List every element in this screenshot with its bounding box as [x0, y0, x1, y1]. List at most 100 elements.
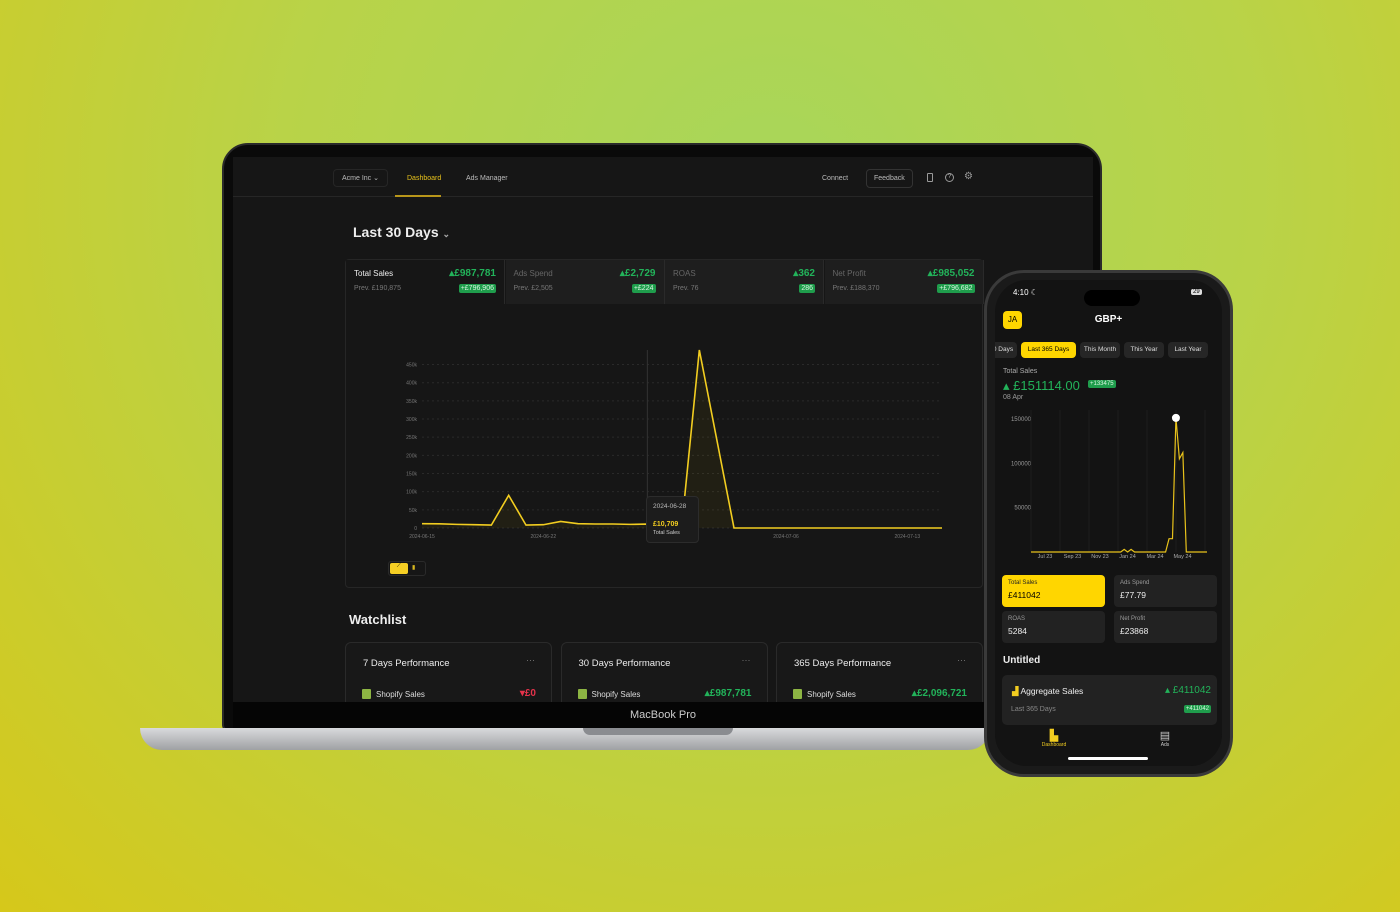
stat-value-text: £985,052	[932, 268, 975, 279]
aggregate-sub: Last 365 Days	[1011, 706, 1056, 713]
metric-value: ▴£987,781	[704, 688, 752, 699]
stat-label: Ads Spend	[513, 269, 553, 278]
tab-ads-mobile[interactable]: ▤ Ads	[1152, 729, 1178, 748]
x-tick-label: May 24	[1173, 554, 1191, 560]
shopify-icon	[362, 689, 371, 699]
x-tick-label: 2024-07-06	[773, 534, 799, 540]
card-value: £411042	[1008, 590, 1041, 600]
watchlist-title: Watchlist	[349, 612, 407, 627]
page-title: Last 30 Days	[353, 224, 439, 240]
aggregate-title: ▟ Aggregate Sales	[1012, 686, 1083, 697]
shopify-icon	[793, 689, 802, 699]
more-icon[interactable]: ···	[957, 655, 966, 665]
card-value: £23868	[1120, 626, 1149, 636]
metric-name: Shopify Sales	[376, 690, 425, 699]
card-title: 30 Days Performance	[578, 658, 671, 669]
metric-value-text: £2,096,721	[916, 688, 967, 699]
y-tick-label: 0	[414, 526, 417, 532]
x-tick-label: Mar 24	[1146, 554, 1163, 560]
mobile-sales-chart[interactable]: 50000 100000 150000 Jul 23 Sep 23 Nov 23 Jan 2…	[995, 402, 1222, 562]
range-tab[interactable]: Last 365 Days	[1021, 342, 1076, 358]
watchlist-card[interactable]: 365 Days Performance ··· Shopify Sales ▴£2,…	[776, 642, 983, 702]
stat-label: ROAS	[673, 269, 696, 278]
y-tick-label: 100k	[406, 490, 417, 496]
x-tick-label: 2024-06-22	[531, 534, 557, 540]
tab-dashboard[interactable]: Dashboard	[407, 175, 441, 182]
y-tick-label: 150000	[1011, 417, 1032, 423]
metric-card[interactable]: Total Sales £411042	[1002, 575, 1105, 607]
range-tab[interactable]: This Month	[1080, 342, 1120, 358]
line-chart-icon[interactable]: ⟋	[390, 563, 408, 574]
metric-value-text: £987,781	[709, 688, 752, 699]
date-range-selector[interactable]: Last 30 Days ⌄	[353, 224, 450, 240]
feedback-button[interactable]: Feedback	[866, 169, 913, 188]
range-tab[interactable]: 0 Days	[995, 342, 1017, 358]
stat-value: ▴362	[793, 268, 815, 279]
stat-card-ads-spend[interactable]: Ads Spend ▴£2,729 Prev. £2,505 +£224	[505, 260, 665, 304]
tooltip-date: 2024-06-28	[653, 503, 687, 510]
mobile-app: 4:10 ☾ 29 JA GBP+ 0 DaysLast 365 DaysThi…	[995, 280, 1222, 766]
aggregate-card[interactable]: ▟ Aggregate Sales ▴ £411042 Last 365 Day…	[1002, 675, 1217, 725]
top-nav: Acme Inc ⌄ Dashboard Ads Manager Connect…	[233, 157, 1093, 197]
chart-type-toggle: ⟋ ▮	[388, 561, 426, 576]
chart-panel: Total Sales ▴£987,781 Prev. £190,875 +£796,…	[345, 259, 984, 588]
dashboard-icon: ▙	[1049, 730, 1059, 742]
metric-card[interactable]: ROAS 5284	[1002, 611, 1105, 643]
stat-value-text: £987,781	[454, 268, 496, 279]
bar-chart-icon[interactable]: ▮	[412, 564, 415, 571]
aggregate-value: ▴ £411042	[1164, 685, 1211, 696]
watchlist-card[interactable]: 30 Days Performance ··· Shopify Sales ▴£987…	[560, 642, 768, 702]
metric-card[interactable]: Ads Spend £77.79	[1114, 575, 1217, 607]
x-tick-label: 2024-06-15	[409, 534, 435, 540]
stat-value-text: 362	[798, 268, 815, 279]
phone-icon[interactable]	[927, 173, 933, 182]
y-tick-label: 250k	[406, 435, 417, 441]
metric-name: Shopify Sales	[591, 690, 641, 699]
card-label: Total Sales	[1008, 580, 1038, 586]
x-tick-label: Jan 24	[1119, 554, 1136, 560]
stat-cards: Total Sales ▴£987,781 Prev. £190,875 +£796,…	[346, 260, 984, 304]
stat-delta: +£224	[631, 284, 656, 293]
stat-prev: Prev. £2,505	[513, 285, 553, 292]
org-switcher[interactable]: Acme Inc ⌄	[333, 169, 388, 187]
metric-value-text: £0	[524, 688, 536, 699]
connect-button[interactable]: Connect	[822, 175, 848, 182]
tab-bar: ▙ Dashboard ▤ Ads	[995, 725, 1222, 766]
watchlist-card[interactable]: 7 Days Performance ··· Shopify Sales ▾£0	[345, 642, 552, 702]
stat-card-net-profit[interactable]: Net Profit ▴£985,052 Prev. £188,370 +£796,6…	[824, 260, 984, 304]
gear-icon[interactable]: ⚙	[964, 171, 973, 182]
tab-ads-manager[interactable]: Ads Manager	[466, 175, 508, 182]
aggregate-title-text: Aggregate Sales	[1020, 686, 1084, 696]
tab-label: Dashboard	[1041, 742, 1067, 748]
x-tick-label: Sep 23	[1064, 554, 1081, 560]
y-tick-label: 50000	[1014, 506, 1031, 512]
chart-tooltip: 2024-06-28 £10,709 Total Sales	[646, 496, 699, 543]
metric-delta: +133475	[1088, 380, 1116, 388]
card-title: 7 Days Performance	[363, 658, 450, 669]
y-tick-label: 300k	[406, 417, 417, 423]
x-tick-label: Jul 23	[1038, 554, 1053, 560]
home-indicator	[1068, 757, 1148, 760]
stat-value: ▴£987,781	[449, 268, 496, 279]
battery-icon: 29	[1191, 289, 1202, 295]
more-icon[interactable]: ···	[742, 655, 751, 665]
aggregate-delta: +411042	[1183, 705, 1211, 713]
selected-point[interactable]	[1171, 413, 1180, 422]
org-name: Acme Inc	[342, 175, 372, 182]
range-tab[interactable]: This Year	[1124, 342, 1164, 358]
stat-label: Total Sales	[354, 269, 394, 278]
range-tab[interactable]: Last Year	[1168, 342, 1208, 358]
stat-value: ▴£985,052	[927, 268, 975, 279]
desktop-app: Acme Inc ⌄ Dashboard Ads Manager Connect…	[233, 157, 1093, 702]
shopify-icon	[577, 689, 587, 699]
section-title: Untitled	[1003, 655, 1041, 666]
help-icon[interactable]: ?	[945, 173, 954, 182]
time: 4:10	[1013, 288, 1029, 297]
tab-dashboard-mobile[interactable]: ▙ Dashboard	[1035, 729, 1073, 748]
more-icon[interactable]: ···	[526, 655, 535, 665]
stat-value-text: £2,729	[624, 268, 656, 279]
stat-card-total-sales[interactable]: Total Sales ▴£987,781 Prev. £190,875 +£796,…	[346, 260, 505, 304]
metric-value: ▴£2,096,721	[911, 688, 967, 699]
stat-card-roas[interactable]: ROAS ▴362 Prev. 76 286	[665, 260, 824, 304]
metric-card[interactable]: Net Profit £23868	[1114, 611, 1217, 643]
